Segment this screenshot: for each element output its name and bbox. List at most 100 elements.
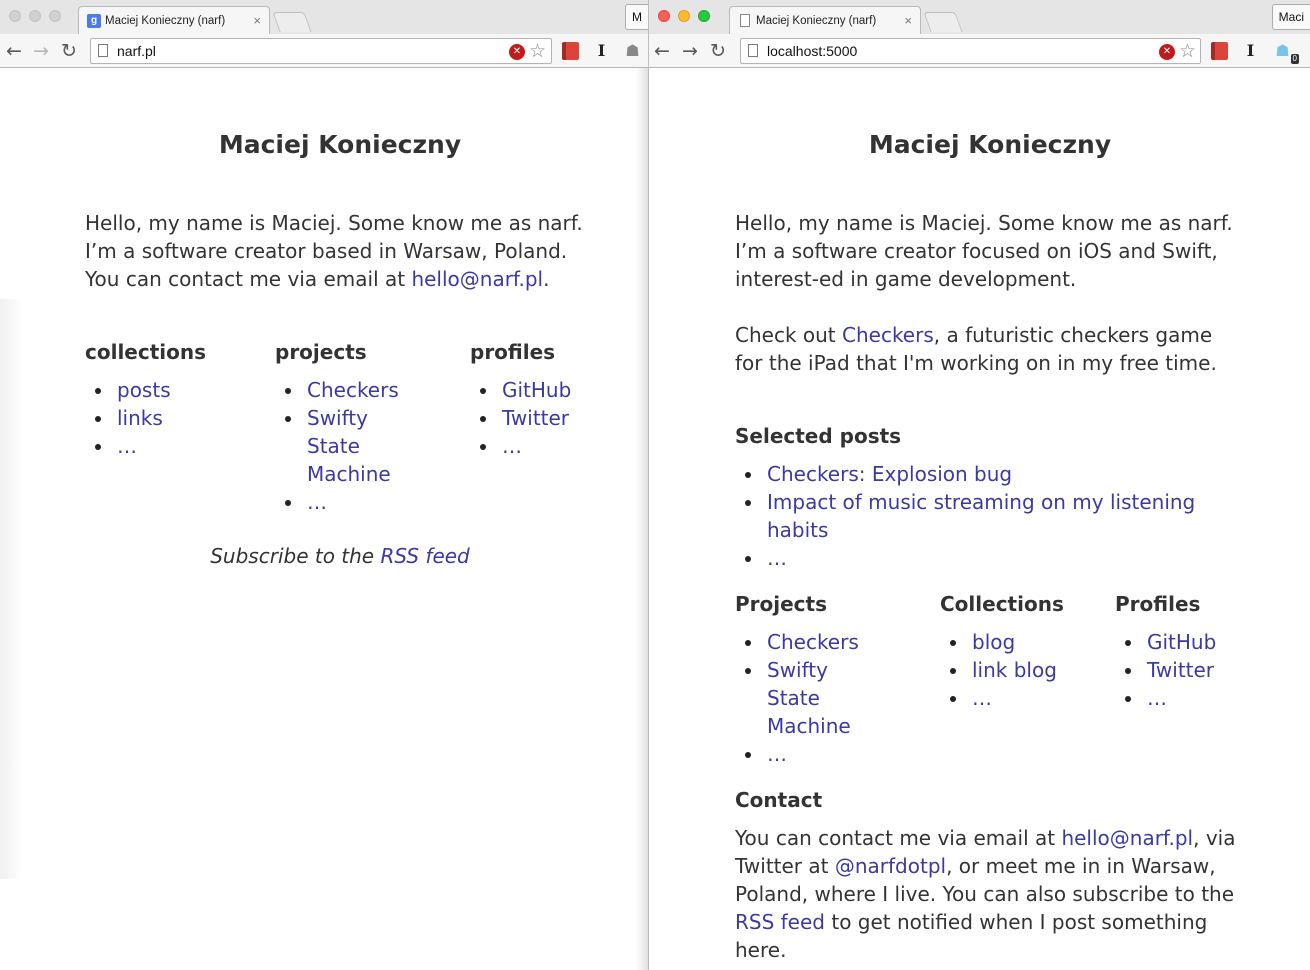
blocker-icon[interactable]: ✕ xyxy=(509,44,525,60)
page-icon xyxy=(748,44,758,57)
selected-posts-heading: Selected posts xyxy=(735,424,902,448)
subscribe-text: Subscribe to the xyxy=(210,544,381,568)
minimize-window-button[interactable] xyxy=(678,10,690,22)
profiles-item-github[interactable]: GitHub xyxy=(1115,628,1245,656)
profiles-item-more[interactable]: … xyxy=(1115,684,1245,712)
bookmark-star-icon[interactable]: ☆ xyxy=(529,40,546,62)
profiles-heading: Profiles xyxy=(1115,592,1201,616)
intro-paragraph: Hello, my name is Maciej. Some know me a… xyxy=(85,209,585,293)
contact-text-1: You can contact me via email at xyxy=(735,826,1062,850)
projects-item-more[interactable]: … xyxy=(275,488,465,516)
projects-column: Projects Checkers Swifty State Machine … xyxy=(735,590,930,768)
profiles-item-twitter[interactable]: Twitter xyxy=(470,404,590,432)
profiles-heading: profiles xyxy=(470,340,556,364)
bookmark-star-icon[interactable]: ☆ xyxy=(1179,40,1196,62)
tab-close-icon[interactable]: × xyxy=(253,13,261,28)
tab-strip: Maciej Konieczny (narf) × Maci xyxy=(649,0,1310,34)
reload-icon[interactable]: ↻ xyxy=(61,40,77,62)
profiles-item-github[interactable]: GitHub xyxy=(470,376,590,404)
back-arrow-icon[interactable]: ← xyxy=(6,40,22,62)
collections-column: collections posts links … xyxy=(85,338,265,460)
projects-heading: projects xyxy=(275,340,367,364)
projects-item-checkers[interactable]: Checkers xyxy=(735,628,930,656)
tab-title: Maciej Konieczny (narf) xyxy=(105,14,226,27)
book-extension-icon[interactable] xyxy=(562,42,579,60)
close-window-button[interactable] xyxy=(9,10,21,22)
ghostery-extension-icon[interactable]: ☗ xyxy=(624,42,641,60)
profiles-column: profiles GitHub Twitter … xyxy=(470,338,590,460)
window-controls xyxy=(9,10,61,22)
url-input[interactable] xyxy=(117,42,477,60)
window-controls xyxy=(658,10,710,22)
left-browser-window: g Maciej Konieczny (narf) × M ← → ↻ ✕ ☆ … xyxy=(0,0,648,970)
projects-item-swifty-state-machine[interactable]: Swifty State Machine xyxy=(275,404,425,488)
address-bar[interactable]: ✕ ☆ xyxy=(90,38,552,64)
minimize-window-button[interactable] xyxy=(29,10,41,22)
projects-item-more[interactable]: … xyxy=(735,740,930,768)
book-extension-icon[interactable] xyxy=(1211,42,1228,60)
collections-item-more[interactable]: … xyxy=(85,432,265,460)
tab-title: Maciej Konieczny (narf) xyxy=(756,14,877,27)
close-window-button[interactable] xyxy=(658,10,670,22)
email-link[interactable]: hello@narf.pl xyxy=(411,267,543,291)
contact-heading: Contact xyxy=(735,788,823,812)
page-icon xyxy=(98,44,108,57)
url-input[interactable] xyxy=(767,42,1127,60)
checkout-paragraph: Check out Checkers, a futuristic checker… xyxy=(735,321,1245,377)
collections-item-posts[interactable]: posts xyxy=(85,376,265,404)
collections-heading: Collections xyxy=(940,592,1064,616)
collections-heading: collections xyxy=(85,340,207,364)
tab-active[interactable]: g Maciej Konieczny (narf) × xyxy=(78,6,270,34)
subscribe-line: Subscribe to the RSS feed xyxy=(85,544,595,568)
post-item-explosion-bug[interactable]: Checkers: Explosion bug xyxy=(735,460,1245,488)
google-favicon-icon: g xyxy=(87,13,101,28)
collections-item-link-blog[interactable]: link blog xyxy=(940,656,1110,684)
selected-posts-section: Selected posts Checkers: Explosion bug I… xyxy=(735,422,1245,572)
forward-arrow-icon[interactable]: → xyxy=(33,40,49,62)
new-tab-button[interactable] xyxy=(923,12,963,32)
instapaper-extension-icon[interactable]: I xyxy=(1242,42,1259,60)
twitter-handle-link[interactable]: @narfdotpl xyxy=(835,854,946,878)
new-tab-button[interactable] xyxy=(272,12,312,32)
page-title: Maciej Konieczny xyxy=(218,130,462,159)
profiles-column: Profiles GitHub Twitter … xyxy=(1115,590,1245,712)
browser-toolbar: ← → ↻ ✕ ☆ I ☗ 0 xyxy=(649,34,1310,68)
tab-close-icon[interactable]: × xyxy=(904,13,912,28)
collections-item-more[interactable]: … xyxy=(940,684,1110,712)
reload-icon[interactable]: ↻ xyxy=(710,40,726,62)
address-bar[interactable]: ✕ ☆ xyxy=(740,38,1201,64)
tab-active[interactable]: Maciej Konieczny (narf) × xyxy=(729,6,921,34)
right-browser-window: Maciej Konieczny (narf) × Maci ← → ↻ ✕ ☆… xyxy=(648,0,1310,970)
ghostery-extension-icon[interactable]: ☗ xyxy=(1274,42,1291,60)
instapaper-extension-icon[interactable]: I xyxy=(593,42,610,60)
rss-feed-link[interactable]: RSS feed xyxy=(380,544,469,568)
page-content: Maciej Konieczny Hello, my name is Macie… xyxy=(85,69,595,969)
projects-item-swifty-state-machine[interactable]: Swifty State Machine xyxy=(735,656,885,740)
page-viewport: Maciej Konieczny Hello, my name is Macie… xyxy=(649,69,1310,970)
contact-rss-link[interactable]: RSS feed xyxy=(735,910,825,934)
collections-item-links[interactable]: links xyxy=(85,404,265,432)
post-item-more[interactable]: … xyxy=(735,544,1245,572)
checkers-link[interactable]: Checkers xyxy=(842,323,934,347)
contact-email-link[interactable]: hello@narf.pl xyxy=(1061,826,1193,850)
forward-arrow-icon[interactable]: → xyxy=(682,40,698,62)
contact-paragraph: You can contact me via email at hello@na… xyxy=(735,824,1245,964)
document-favicon-icon xyxy=(738,14,752,28)
projects-column: projects Checkers Swifty State Machine … xyxy=(275,338,465,516)
zoom-window-button[interactable] xyxy=(49,10,61,22)
profile-button[interactable]: Maci xyxy=(1271,4,1310,30)
projects-heading: Projects xyxy=(735,592,828,616)
projects-item-checkers[interactable]: Checkers xyxy=(275,376,465,404)
post-item-music-streaming[interactable]: Impact of music streaming on my listenin… xyxy=(735,488,1245,544)
page-content: Maciej Konieczny Hello, my name is Macie… xyxy=(735,69,1245,969)
profiles-item-twitter[interactable]: Twitter xyxy=(1115,656,1245,684)
profiles-item-more[interactable]: … xyxy=(470,432,590,460)
blocker-icon[interactable]: ✕ xyxy=(1159,44,1175,60)
profile-button[interactable]: M xyxy=(625,4,648,30)
zoom-window-button[interactable] xyxy=(698,10,710,22)
extension-badge: 0 xyxy=(1290,54,1299,64)
collections-item-blog[interactable]: blog xyxy=(940,628,1110,656)
tab-strip: g Maciej Konieczny (narf) × M xyxy=(0,0,648,34)
back-arrow-icon[interactable]: ← xyxy=(654,40,670,62)
checkout-pre: Check out xyxy=(735,323,842,347)
